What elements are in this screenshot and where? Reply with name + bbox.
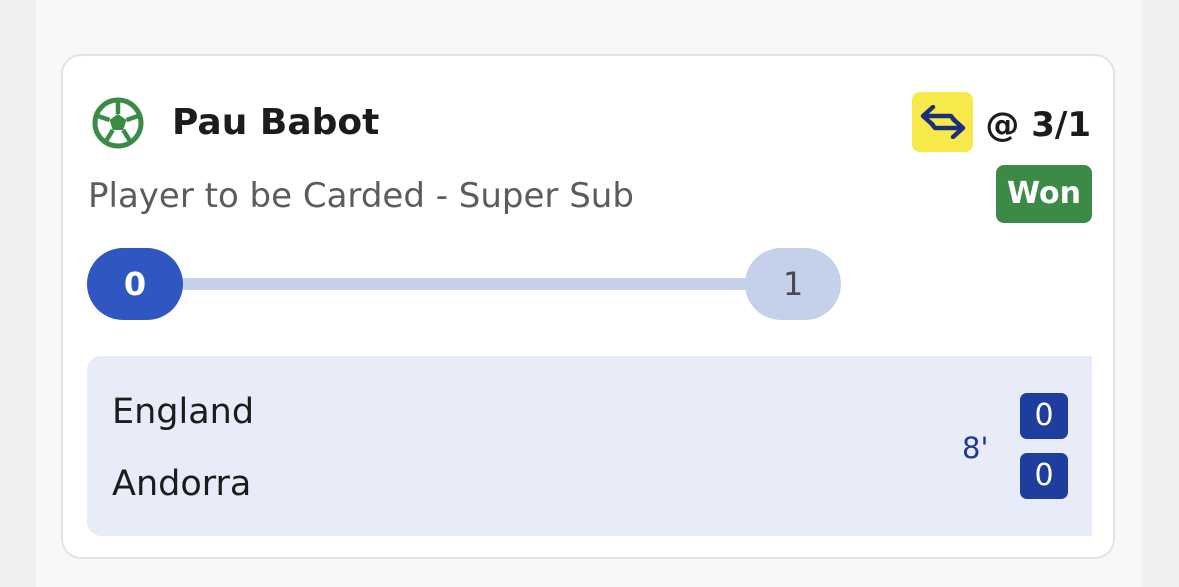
super-sub-swap-icon (912, 92, 973, 152)
match-minute: 8' (962, 431, 989, 465)
status-badge: Won (996, 165, 1092, 223)
progress-target-value: 1 (745, 248, 841, 320)
progress-track (150, 278, 790, 290)
home-score: 0 (1020, 393, 1068, 439)
bet-market: Player to be Carded - Super Sub (88, 176, 634, 216)
home-team-name: England (112, 392, 255, 432)
away-score: 0 (1020, 453, 1068, 499)
player-name: Pau Babot (172, 102, 380, 143)
football-icon (92, 97, 144, 149)
progress-current-value: 0 (87, 248, 183, 320)
bet-odds: @ 3/1 (985, 105, 1091, 145)
away-team-name: Andorra (112, 464, 252, 504)
match-score-panel[interactable] (87, 356, 1092, 536)
